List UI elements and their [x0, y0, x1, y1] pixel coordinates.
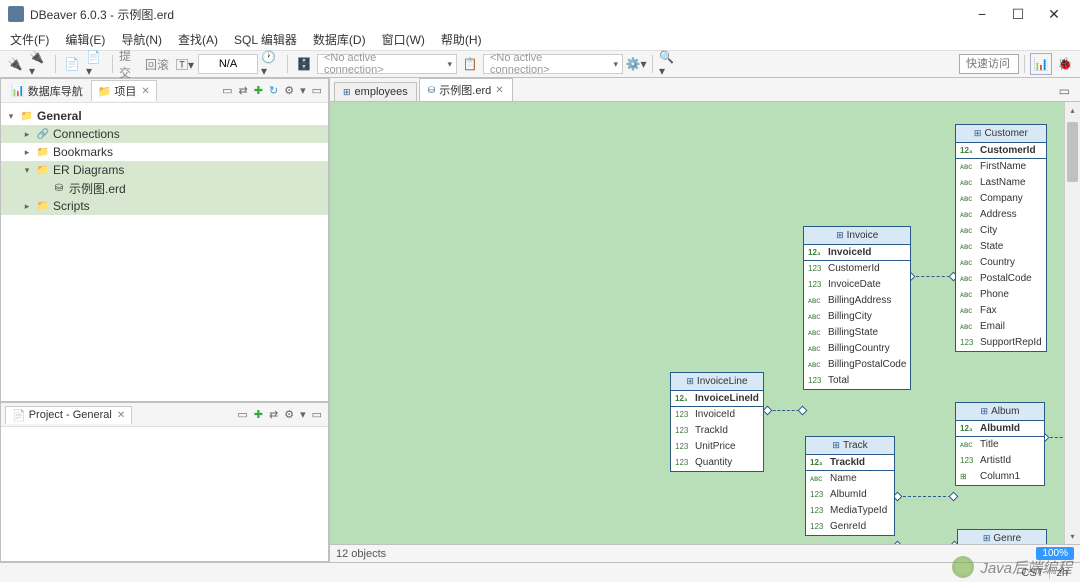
sql-editor-icon[interactable]: 📄 — [61, 53, 83, 75]
tool-config-icon[interactable]: ⚙ — [282, 84, 296, 97]
tab-projects[interactable]: 📁 项目 ✕ — [91, 80, 157, 101]
commit-icon[interactable]: 提交 — [118, 53, 140, 75]
menu-bar: 文件(F) 编辑(E) 导航(N) 查找(A) SQL 编辑器 数据库(D) 窗… — [0, 28, 1080, 50]
main-toolbar: 🔌 🔌▾ 📄 📄▾ 提交 回滚 🅃▾ 🕐▾ 🗄️ <No active conn… — [0, 50, 1080, 78]
perspective-db-icon[interactable]: 📊 — [1030, 53, 1052, 75]
new-connection-dropdown-icon[interactable]: 🔌▾ — [28, 53, 50, 75]
maximize-button[interactable]: ☐ — [1000, 0, 1036, 28]
project-tree: ▾📁General ▸🔗Connections▸📁Bookmarks▾📁ER D… — [1, 103, 328, 219]
tree-item-0[interactable]: ▸🔗Connections — [1, 125, 328, 143]
pd-menu-icon[interactable]: ▾ — [298, 408, 308, 421]
entity-customer[interactable]: ⊞ Customer12₃CustomerIdᴀʙᴄFirstNameᴀʙᴄLa… — [955, 124, 1047, 352]
new-connection-icon[interactable]: 🔌 — [4, 53, 26, 75]
tree-item-3[interactable]: ⛁示例图.erd — [1, 179, 328, 197]
schema-icon[interactable]: 📋 — [459, 53, 481, 75]
object-count: 12 objects — [336, 548, 386, 560]
entity-genre[interactable]: ⊞ Genre12₃GenreId — [957, 529, 1047, 544]
database-icon[interactable]: 🗄️ — [293, 53, 315, 75]
settings-icon[interactable]: ⚙️▾ — [625, 53, 647, 75]
entity-invoiceline[interactable]: ⊞ InvoiceLine12₃InvoiceLineId123InvoiceI… — [670, 372, 764, 472]
watermark: Java后端编程 — [952, 556, 1072, 578]
tool-menu-icon[interactable]: ▾ — [298, 84, 308, 97]
connection-selector[interactable]: <No active connection> — [317, 54, 457, 74]
navigator-panel: 📊 数据库导航 📁 项目 ✕ ▭ ⇄ ✚ ↻ ⚙ ▾ ▭ ▾📁General ▸… — [0, 78, 329, 402]
table-icon: ⊞ — [343, 87, 351, 98]
menu-help[interactable]: 帮助(H) — [435, 29, 488, 50]
editor-tabs: ⊞ employees ⛁ 示例图.erd ✕ ▭ — [330, 78, 1080, 102]
window-title: DBeaver 6.0.3 - 示例图.erd — [30, 6, 964, 23]
na-field[interactable] — [198, 54, 258, 74]
tool-refresh-icon[interactable]: ↻ — [267, 84, 280, 97]
menu-database[interactable]: 数据库(D) — [307, 29, 372, 50]
tool-link-icon[interactable]: ⇄ — [237, 84, 250, 97]
transaction-icon[interactable]: 🅃▾ — [174, 53, 196, 75]
erd-icon: ⛁ — [428, 85, 436, 96]
history-icon[interactable]: 🕐▾ — [260, 53, 282, 75]
erd-canvas[interactable]: ▴ ▾ ⊞ Customer12₃CustomerIdᴀʙᴄFirstNameᴀ… — [330, 102, 1080, 544]
status-bar: CST zh — [0, 562, 1080, 582]
tool-min-icon[interactable]: ▭ — [310, 84, 324, 97]
tab-erd[interactable]: ⛁ 示例图.erd ✕ — [419, 78, 513, 101]
menu-edit[interactable]: 编辑(E) — [59, 29, 111, 50]
pd-add-icon[interactable]: ✚ — [252, 408, 265, 421]
title-bar: DBeaver 6.0.3 - 示例图.erd − ☐ ✕ — [0, 0, 1080, 28]
tree-item-4[interactable]: ▸📁Scripts — [1, 197, 328, 215]
tab-employees[interactable]: ⊞ employees — [334, 82, 417, 101]
tab-db-navigator[interactable]: 📊 数据库导航 — [5, 81, 89, 101]
tool-add-icon[interactable]: ✚ — [252, 84, 265, 97]
perspective-dev-icon[interactable]: 🐞 — [1054, 53, 1076, 75]
entity-track[interactable]: ⊞ Track12₃TrackIdᴀʙᴄName123AlbumId123Med… — [805, 436, 895, 536]
tree-item-1[interactable]: ▸📁Bookmarks — [1, 143, 328, 161]
rollback-icon[interactable]: 回滚 — [142, 53, 172, 75]
entity-album[interactable]: ⊞ Album12₃AlbumIdᴀʙᴄTitle123ArtistId⊞Col… — [955, 402, 1045, 486]
quick-access[interactable] — [959, 54, 1019, 74]
pd-link-icon[interactable]: ⇄ — [267, 408, 280, 421]
pd-config-icon[interactable]: ⚙ — [282, 408, 296, 421]
close-button[interactable]: ✕ — [1036, 0, 1072, 28]
search-icon[interactable]: 🔍▾ — [658, 53, 680, 75]
close-tab-icon[interactable]: ✕ — [495, 85, 503, 96]
schema-selector[interactable]: <No active connection> — [483, 54, 623, 74]
minimize-button[interactable]: − — [964, 0, 1000, 28]
tree-item-2[interactable]: ▾📁ER Diagrams — [1, 161, 328, 179]
pd-collapse-icon[interactable]: ▭ — [235, 408, 249, 421]
sql-editor-dropdown-icon[interactable]: 📄▾ — [85, 53, 107, 75]
entity-invoice[interactable]: ⊞ Invoice12₃InvoiceId123CustomerId123Inv… — [803, 226, 911, 390]
tree-root[interactable]: ▾📁General — [1, 107, 328, 125]
app-icon — [8, 6, 24, 22]
menu-window[interactable]: 窗口(W) — [376, 29, 431, 50]
pd-min-icon[interactable]: ▭ — [310, 408, 324, 421]
menu-file[interactable]: 文件(F) — [4, 29, 55, 50]
project-detail-tab[interactable]: 📄 Project - General ✕ — [5, 406, 132, 424]
editor-min-icon[interactable]: ▭ — [1053, 81, 1076, 101]
tool-collapse-icon[interactable]: ▭ — [220, 84, 234, 97]
wechat-icon — [952, 556, 974, 578]
project-detail-panel: 📄 Project - General ✕ ▭ ✚ ⇄ ⚙ ▾ ▭ — [0, 402, 329, 562]
vertical-scrollbar[interactable]: ▴ ▾ — [1064, 102, 1080, 544]
menu-find[interactable]: 查找(A) — [172, 29, 224, 50]
menu-sql[interactable]: SQL 编辑器 — [228, 29, 303, 50]
